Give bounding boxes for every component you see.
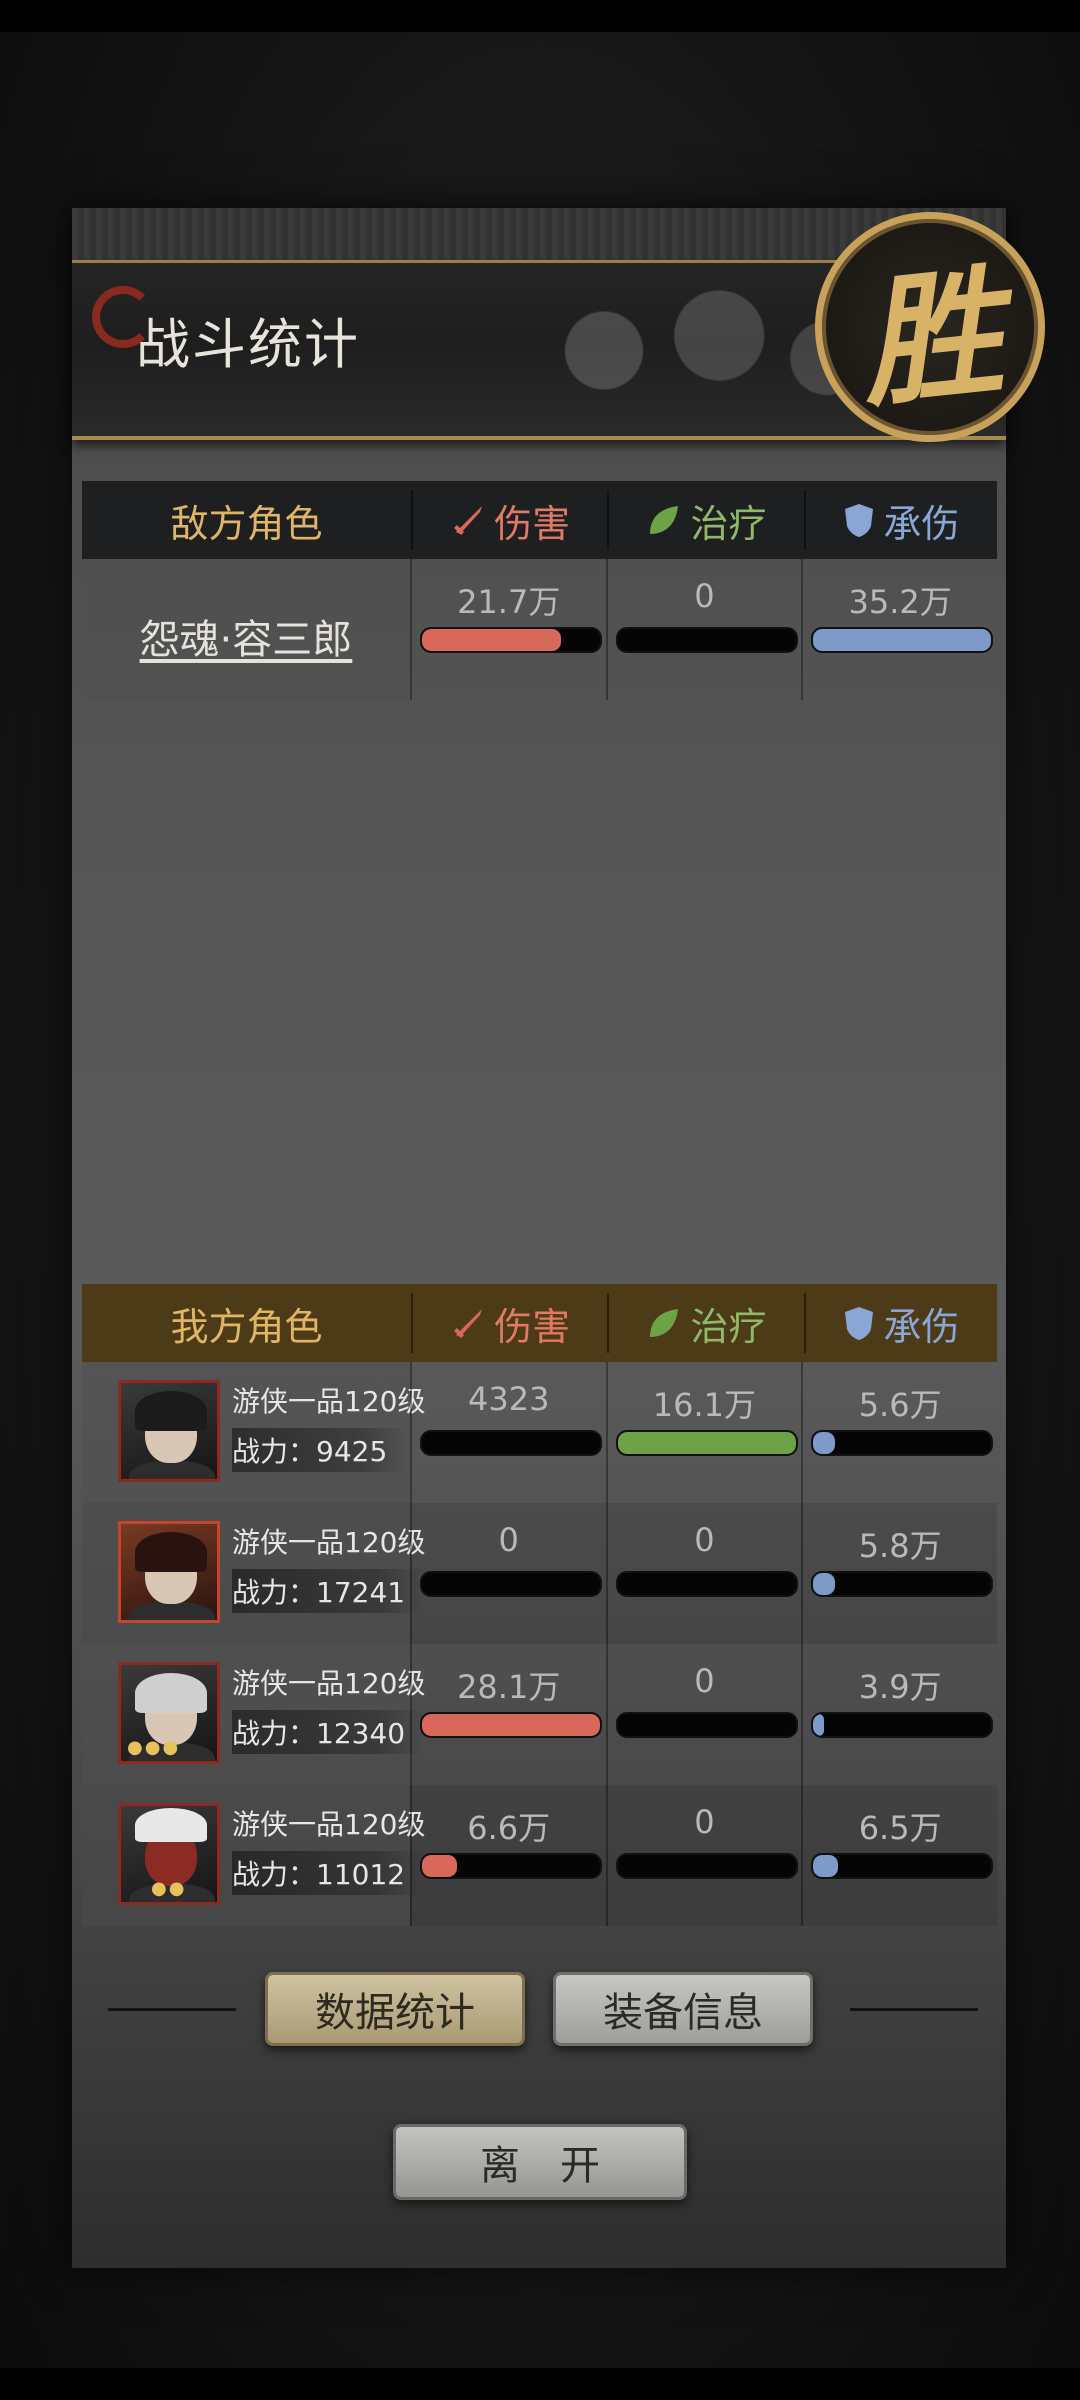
damage-value: 0 [498, 1521, 519, 1559]
heal-value: 0 [694, 577, 715, 615]
bar-fill [813, 1714, 824, 1736]
star-icon: ● [144, 1737, 161, 1758]
damage-column-header: 伤害 [410, 490, 607, 550]
bar-fill [421, 629, 561, 651]
sword-icon [454, 1309, 483, 1338]
shield-icon [845, 1307, 874, 1340]
ally-row: 游侠一品120级 战力：17241 0 0 5.8万 [82, 1503, 997, 1644]
hero-title: 游侠一品120级 [232, 1385, 426, 1418]
tank-column-header: 承伤 [803, 1293, 997, 1353]
damage-bar [419, 1571, 602, 1597]
stats-tab-button[interactable]: 数据统计 [265, 1972, 525, 2046]
hero-power: 战力：11012 [232, 1851, 426, 1895]
ally-row: 游侠一品120级 战力：9425 4323 16.1万 5.6万 [82, 1362, 997, 1503]
ally-row: ● ● ● 游侠一品120级 战力：12340 28.1万 0 3.9万 [82, 1644, 997, 1785]
page-title: 战斗统计 [136, 313, 360, 376]
hero-title: 游侠一品120级 [232, 1808, 426, 1841]
navigation-bar [0, 2368, 1080, 2400]
victory-badge-label: 胜 [853, 250, 1010, 428]
enemy-header: 敌方角色 伤害 治疗 承伤 [82, 481, 997, 559]
damage-bar [419, 1712, 602, 1738]
tank-value: 3.9万 [858, 1668, 942, 1706]
portrait-silver-hair-icon[interactable]: ● ● ● [118, 1662, 220, 1764]
hero-power: 战力：12340 [232, 1710, 426, 1754]
damage-value: 6.6万 [467, 1809, 551, 1847]
tank-value: 5.8万 [858, 1527, 942, 1565]
divider [108, 2008, 236, 2011]
hero-title: 游侠一品120级 [232, 1667, 426, 1700]
star-icon: ● [168, 1878, 185, 1899]
heal-value: 0 [694, 1662, 715, 1700]
bar-fill [813, 1573, 835, 1595]
ally-row: ● ● 游侠一品120级 战力：11012 6.6万 0 6.5万 [82, 1785, 997, 1926]
tank-bar [811, 1430, 994, 1456]
shield-icon [845, 504, 874, 537]
heal-value: 0 [694, 1521, 715, 1559]
heal-bar [615, 1853, 798, 1879]
ally-section: 我方角色 伤害 治疗 承伤 游侠一品120级 战力：9425 4323 16.1… [82, 1284, 997, 1926]
tank-value: 5.6万 [858, 1386, 942, 1424]
status-bar [0, 0, 1080, 32]
heal-column-header: 治疗 [607, 1293, 803, 1353]
leaf-icon [650, 1309, 679, 1337]
heal-value: 16.1万 [652, 1386, 757, 1424]
heal-bar [615, 1712, 798, 1738]
victory-badge: 胜 [815, 212, 1045, 442]
damage-bar [419, 1430, 602, 1456]
tank-bar [811, 1853, 994, 1879]
tank-bar [811, 627, 994, 653]
leaf-icon [650, 506, 679, 534]
enemy-row: 怨魂·容三郎 21.7万 0 35.2万 [82, 559, 997, 700]
damage-bar [419, 627, 602, 653]
portrait-woman-icon[interactable] [118, 1521, 220, 1623]
bar-fill [813, 629, 992, 651]
star-rating: ● ● [151, 1880, 184, 1898]
sword-icon [454, 506, 483, 535]
bar-fill [813, 1855, 839, 1877]
leave-button[interactable]: 离开 [393, 2124, 687, 2200]
portrait-hooded-man-icon[interactable] [118, 1380, 220, 1482]
divider [850, 2008, 978, 2011]
tank-bar [811, 1712, 994, 1738]
damage-value: 21.7万 [457, 583, 561, 621]
star-icon: ● [162, 1737, 179, 1758]
tank-value: 35.2万 [848, 583, 952, 621]
damage-column-header: 伤害 [410, 1293, 607, 1353]
hero-title: 游侠一品120级 [232, 1526, 426, 1559]
enemy-section: 敌方角色 伤害 治疗 承伤 怨魂·容三郎 21.7万 0 35.2万 [82, 481, 997, 700]
equipment-tab-button[interactable]: 装备信息 [553, 1972, 813, 2046]
bar-fill [421, 1714, 600, 1736]
hero-power: 战力：17241 [232, 1569, 426, 1613]
heal-column-header: 治疗 [607, 490, 803, 550]
heal-bar [615, 1430, 798, 1456]
ally-header-label: 我方角色 [170, 1304, 323, 1349]
enemy-name-link[interactable]: 怨魂·容三郎 [82, 607, 410, 665]
tank-bar [811, 1571, 994, 1597]
damage-value: 28.1万 [457, 1668, 561, 1706]
bar-fill [617, 1432, 796, 1454]
heal-value: 0 [694, 1803, 715, 1841]
tank-column-header: 承伤 [803, 490, 997, 550]
enemy-header-label: 敌方角色 [170, 501, 323, 546]
bar-fill [813, 1432, 835, 1454]
heal-bar [615, 627, 798, 653]
tank-value: 6.5万 [858, 1809, 942, 1847]
portrait-demon-icon[interactable]: ● ● [118, 1803, 220, 1905]
hero-power: 战力：9425 [232, 1428, 408, 1472]
damage-bar [419, 1853, 602, 1879]
bar-fill [421, 1855, 458, 1877]
star-icon: ● [127, 1737, 143, 1758]
damage-value: 4323 [467, 1380, 550, 1418]
star-icon: ● [151, 1878, 167, 1899]
star-rating: ● ● ● [127, 1739, 178, 1757]
ally-header: 我方角色 伤害 治疗 承伤 [82, 1284, 997, 1362]
heal-bar [615, 1571, 798, 1597]
